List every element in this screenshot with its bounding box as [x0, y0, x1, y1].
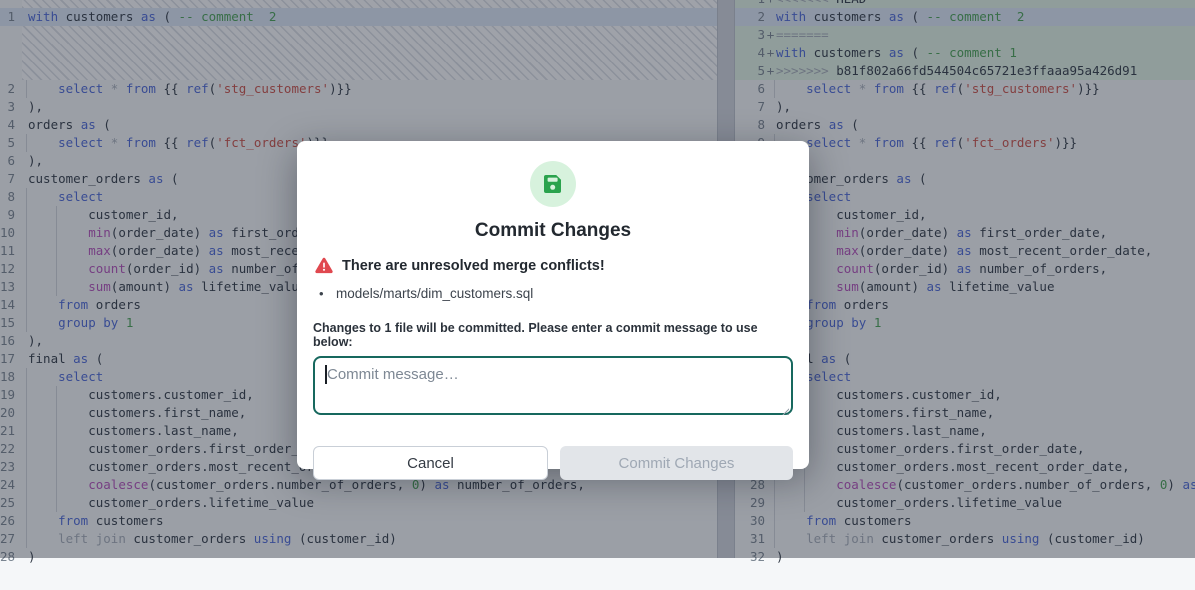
save-icon	[530, 161, 576, 207]
warning-text: There are unresolved merge conflicts!	[342, 258, 605, 274]
commit-changes-modal: Commit Changes There are unresolved merg…	[297, 141, 809, 469]
text-cursor	[325, 365, 327, 384]
warning-icon	[315, 257, 333, 274]
bullet-icon: •	[319, 286, 336, 301]
conflict-file-item: • models/marts/dim_customers.sql	[313, 286, 793, 301]
conflict-file-path: models/marts/dim_customers.sql	[336, 286, 533, 301]
cancel-button[interactable]: Cancel	[313, 446, 548, 480]
commit-message-input[interactable]	[313, 356, 793, 415]
commit-instruction: Changes to 1 file will be committed. Ple…	[313, 321, 793, 349]
merge-conflict-warning: There are unresolved merge conflicts!	[313, 257, 793, 274]
commit-changes-button[interactable]: Commit Changes	[560, 446, 793, 480]
modal-title: Commit Changes	[313, 220, 793, 242]
